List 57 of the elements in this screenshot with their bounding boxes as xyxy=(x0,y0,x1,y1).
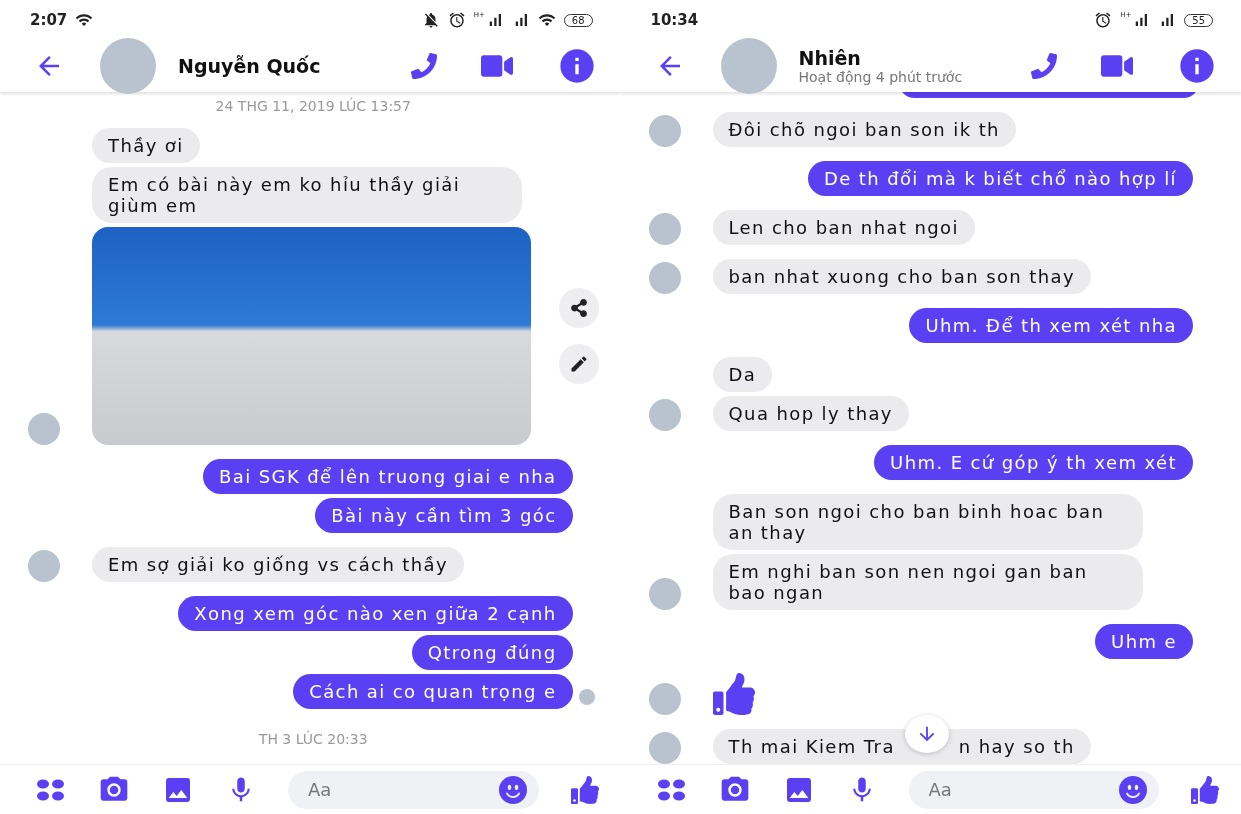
phone-icon[interactable] xyxy=(1031,53,1057,79)
message-bubble: Uhm e xyxy=(1095,624,1193,659)
status-time: 10:34 xyxy=(650,11,699,29)
message-input[interactable]: Aa xyxy=(908,770,1159,809)
avatar xyxy=(28,413,60,445)
contact-name: Nguyễn Quốc xyxy=(178,55,321,77)
message-bubble: Đôi chõ ngoi ban son ik th xyxy=(712,112,1016,147)
date-label: 24 THG 11, 2019 LÚC 13:57 xyxy=(214,98,412,114)
status-time: 2:07 xyxy=(30,11,68,29)
seen-avatar xyxy=(578,689,595,705)
emoji-icon[interactable] xyxy=(498,775,527,804)
menu-dots-icon[interactable] xyxy=(36,778,66,801)
wifi-icon xyxy=(75,11,94,29)
message-input[interactable]: Aa xyxy=(288,770,539,809)
avatar xyxy=(648,399,681,431)
avatar xyxy=(28,550,60,582)
avatar xyxy=(648,732,681,764)
share-button[interactable] xyxy=(558,288,599,328)
message-bubble: Thầy ơi xyxy=(92,128,200,163)
phone-icon[interactable] xyxy=(410,53,437,79)
thumbs-up-icon[interactable] xyxy=(570,775,599,804)
avatar xyxy=(648,262,681,294)
message-bubble: Em có bài này em ko hỉu thầy giải giùm em xyxy=(92,167,522,223)
contact-name: Nhiên xyxy=(798,47,862,69)
date-label: TH 3 LÚC 20:33 xyxy=(257,731,369,747)
scroll-down-button[interactable] xyxy=(904,715,949,753)
message-bubble: Xong xem góc nào xen giữa 2 cạnh xyxy=(178,596,573,631)
message-bubble: Uhm. E cứ góp ý th xem xét xyxy=(874,445,1193,480)
menu-dots-icon[interactable] xyxy=(656,778,687,801)
message-bubble: Uhm. Để th xem xét nha xyxy=(909,308,1193,343)
thumbs-up-icon xyxy=(712,673,755,715)
wifi-icon xyxy=(537,11,556,29)
message-bubble: Ban son ngoi cho ban binh hoac ban an thay xyxy=(712,494,1143,550)
message-bubble: Len cho ban nhat ngoi xyxy=(712,210,975,245)
edit-button[interactable] xyxy=(558,344,599,384)
message-bubble: Qua hop ly thay xyxy=(712,396,909,431)
message-bubble: Bài này cần tìm 3 góc xyxy=(315,498,573,533)
share-icon xyxy=(569,299,588,317)
info-icon[interactable] xyxy=(1177,46,1217,86)
avatar xyxy=(648,683,681,715)
message-bubble: De th đổi mà k biết chổ nào hợp lí xyxy=(807,161,1193,196)
alarm-icon xyxy=(1094,11,1113,29)
message-bubble: ban nhat xuong cho ban son thay xyxy=(712,259,1092,294)
message-bubble: Qtrong đúng xyxy=(411,635,573,670)
thumbs-up-icon[interactable] xyxy=(1191,775,1219,804)
active-status: Hoạt động 4 phút trước xyxy=(798,69,963,85)
avatar xyxy=(648,578,681,610)
avatar xyxy=(648,213,681,245)
alarm-icon xyxy=(447,11,466,29)
message-bubble: Cách ai co quan trọng e xyxy=(293,674,573,709)
avatar xyxy=(648,115,681,147)
contact-avatar xyxy=(100,38,156,94)
message-bubble: Em sợ giải ko giống vs cách thầy xyxy=(92,547,465,582)
message-bubble: Da xyxy=(712,357,773,392)
message-bubble: Bai SGK để lên truong giai e nha xyxy=(203,459,573,494)
emoji-icon[interactable] xyxy=(1119,775,1147,804)
message-bubble: Em nghi ban son nen ngoi gan ban bao ngan xyxy=(712,554,1143,610)
